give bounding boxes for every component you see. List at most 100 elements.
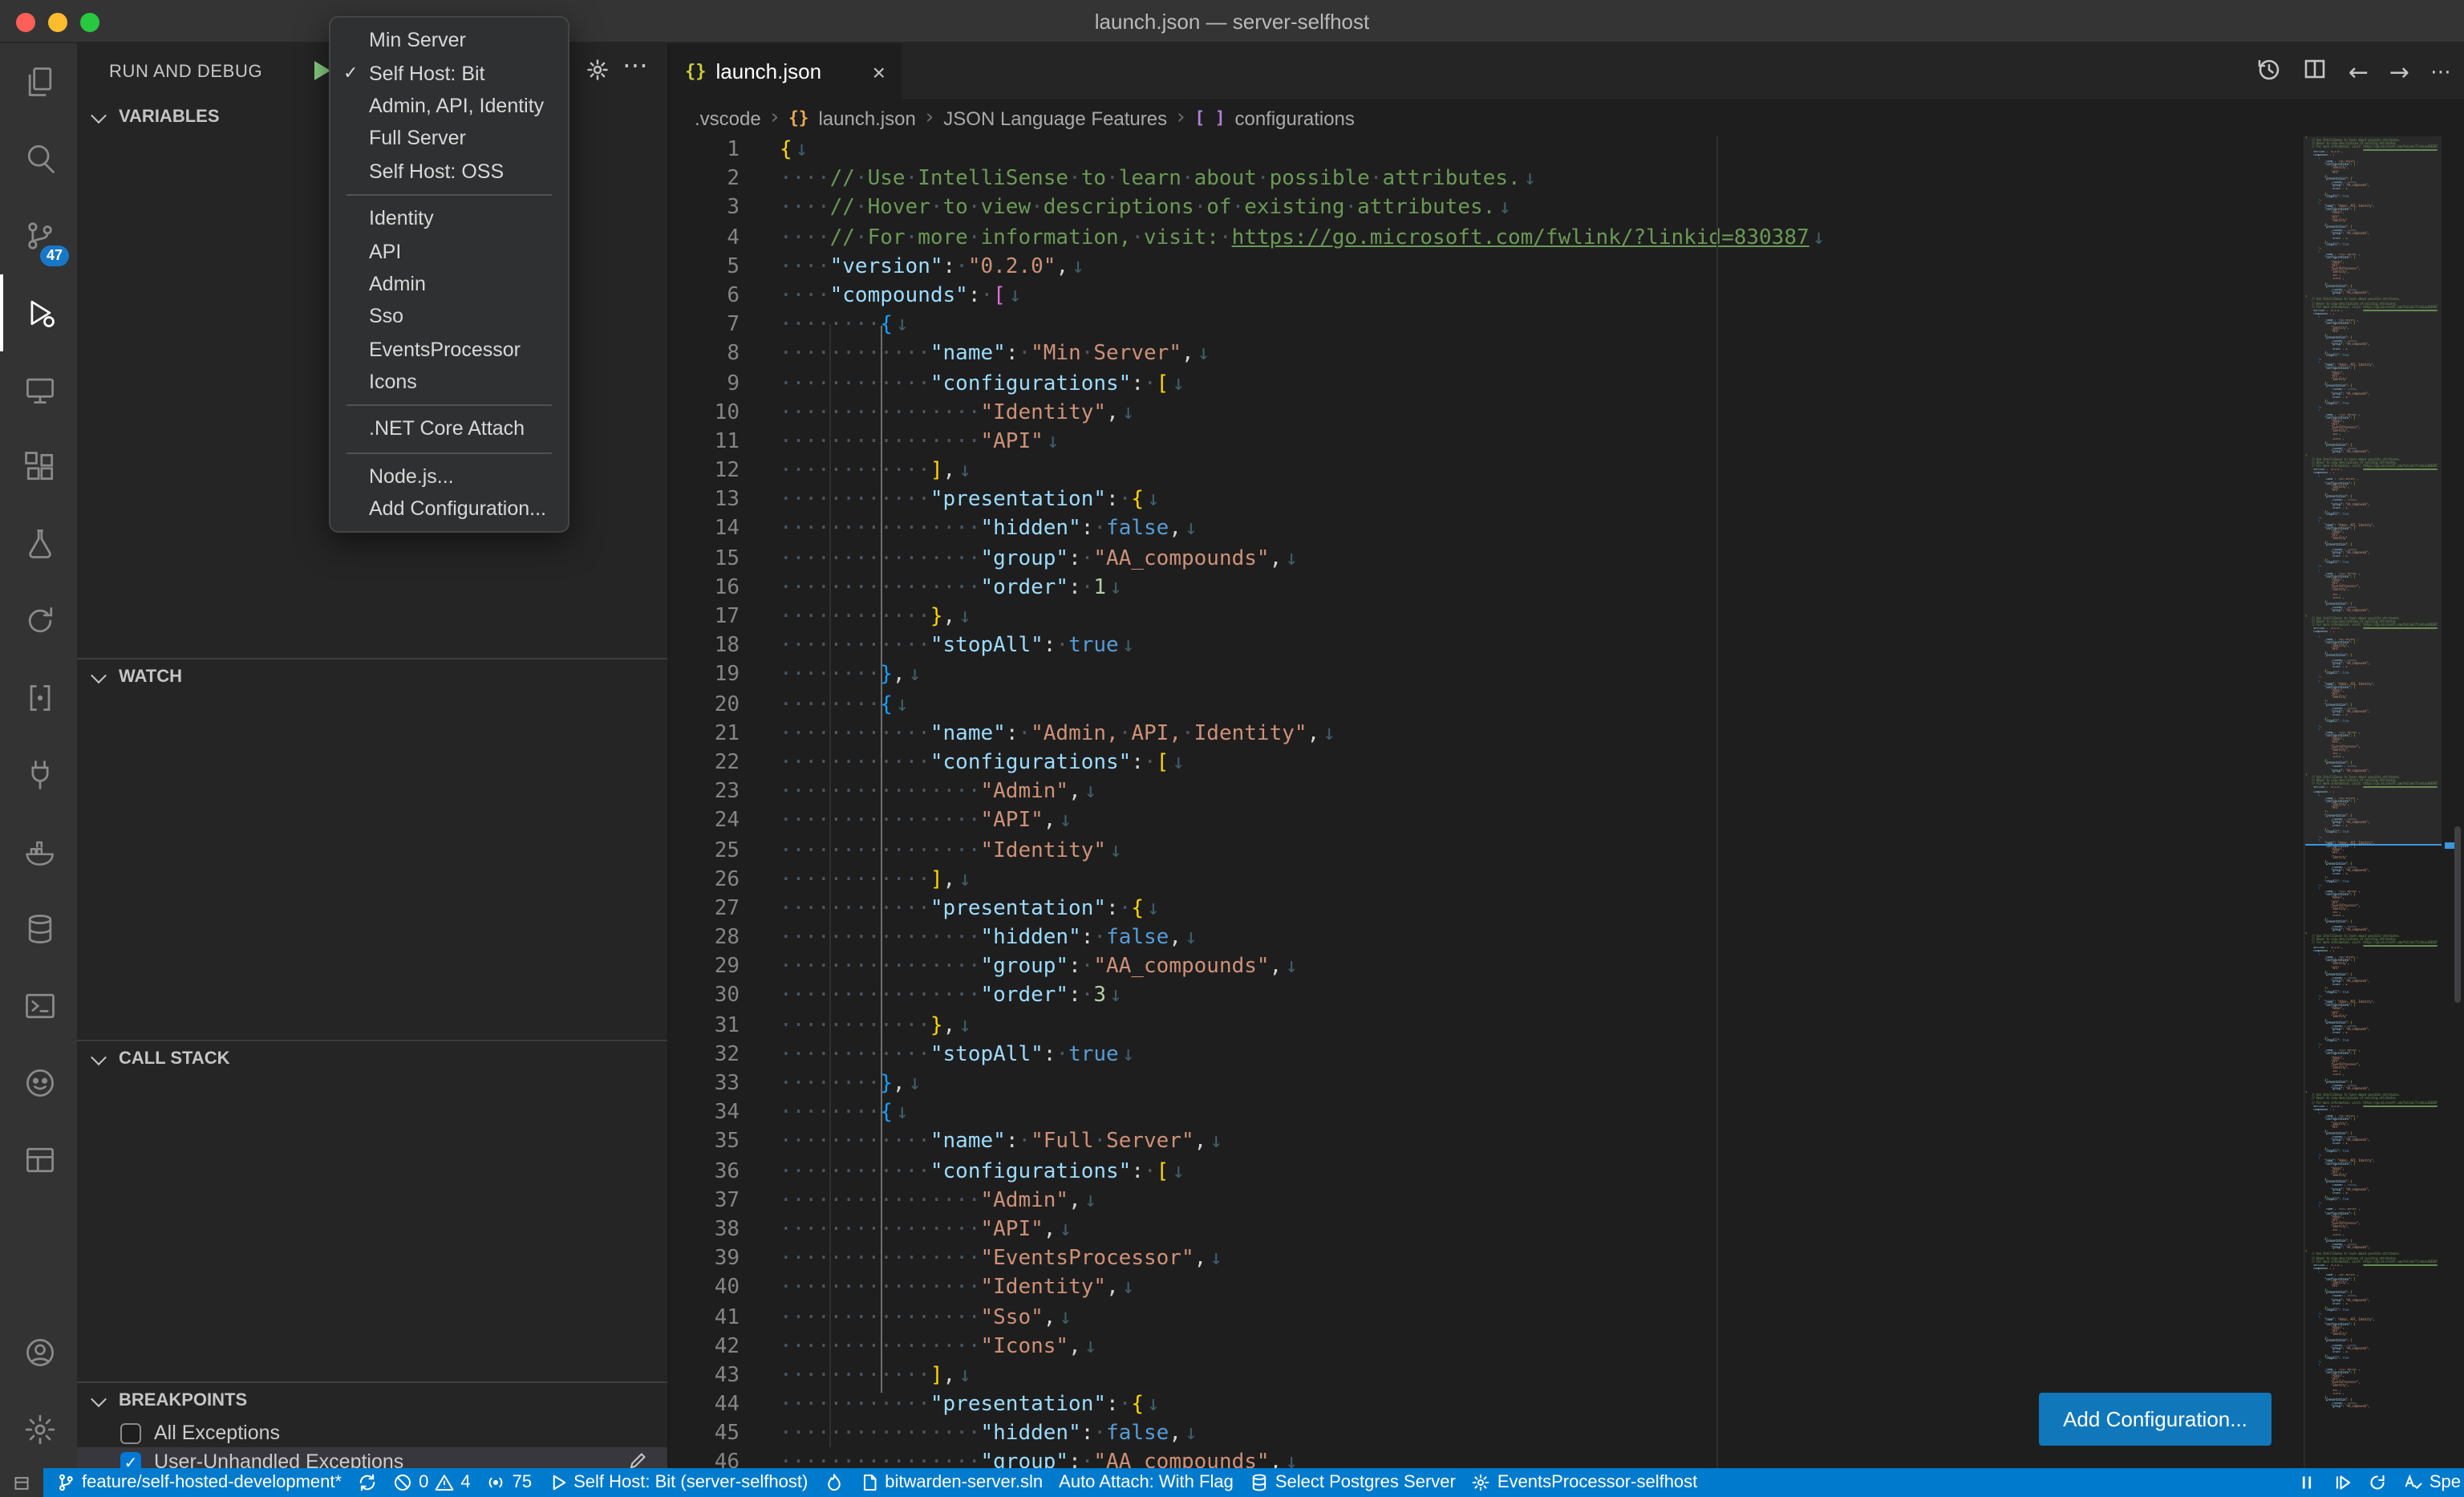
sidebar-item-explorer[interactable]	[0, 43, 77, 120]
remote-indicator[interactable]	[0, 1468, 43, 1497]
code-line[interactable]: 37················"Admin",↓	[669, 1187, 2304, 1216]
close-window-button[interactable]	[16, 13, 35, 32]
views-more-actions-button[interactable]: ⋯	[622, 50, 648, 82]
menu-item[interactable]: EventsProcessor	[330, 333, 568, 366]
breadcrumb-configurations[interactable]: configurations	[1234, 107, 1354, 129]
code-line[interactable]: 8············"name":·"Min·Server",↓	[669, 341, 2304, 370]
solution-item[interactable]: bitwarden-server.sln	[859, 1473, 1043, 1492]
code-line[interactable]: 12············],↓	[669, 457, 2304, 486]
code-line[interactable]: 7········{↓	[669, 311, 2304, 340]
code-line[interactable]: 4····//·For·more·information,·visit:·htt…	[669, 224, 2304, 253]
refresh-button[interactable]	[2369, 1473, 2388, 1492]
code-line[interactable]: 22············"configurations":·[↓	[669, 749, 2304, 778]
debug-target-item[interactable]: Self Host: Bit (server-selfhost)	[548, 1473, 808, 1492]
code-line[interactable]: 28················"hidden":·false,↓	[669, 924, 2304, 953]
code-line[interactable]: 38················"API",↓	[669, 1216, 2304, 1245]
sidebar-item-search[interactable]	[0, 120, 77, 197]
code-line[interactable]: 27············"presentation":·{↓	[669, 895, 2304, 924]
code-line[interactable]: 34········{↓	[669, 1099, 2304, 1128]
code-line[interactable]: 5····"version":·"0.2.0",↓	[669, 254, 2304, 282]
code-line[interactable]: 2····//·Use·IntelliSense·to·learn·about·…	[669, 165, 2304, 194]
code-line[interactable]: 16················"order":·1↓	[669, 574, 2304, 603]
sidebar-item-database[interactable]	[0, 890, 77, 968]
code-line[interactable]: 43············],↓	[669, 1362, 2304, 1391]
sidebar-item-remote-explorer[interactable]	[0, 351, 77, 428]
overview-ruler[interactable]	[2442, 136, 2464, 1468]
checkbox-unchecked[interactable]	[120, 1422, 141, 1443]
scrollbar-thumb[interactable]	[2454, 826, 2461, 1003]
run-task-button[interactable]	[2333, 1473, 2353, 1492]
debug-settings-button[interactable]	[586, 58, 610, 87]
code-line[interactable]: 40················"Identity",↓	[669, 1275, 2304, 1304]
code-line[interactable]: 10················"Identity",↓	[669, 399, 2304, 428]
watch-header[interactable]: WATCH	[77, 659, 667, 695]
sidebar-item-terminal[interactable]	[0, 968, 77, 1045]
pause-button[interactable]	[2298, 1473, 2317, 1492]
sidebar-item-source-control[interactable]: 47	[0, 197, 77, 274]
breadcrumb-file[interactable]: launch.json	[818, 107, 915, 129]
edit-breakpoint-button[interactable]	[627, 1450, 648, 1468]
code-line[interactable]: 32············"stopAll":·true↓	[669, 1041, 2304, 1070]
checkbox-checked[interactable]: ✓	[120, 1451, 141, 1468]
menu-item[interactable]: Identity	[330, 202, 568, 235]
spell-checker-item[interactable]: Spe	[2404, 1473, 2461, 1492]
code-line[interactable]: 39················"EventsProcessor",↓	[669, 1245, 2304, 1274]
start-debugging-button[interactable]	[314, 61, 330, 80]
sync-changes-item[interactable]	[358, 1473, 377, 1492]
code-line[interactable]: 3····//·Hover·to·view·descriptions·of·ex…	[669, 195, 2304, 224]
code-line[interactable]: 31············},↓	[669, 1012, 2304, 1041]
code-line[interactable]: 24················"API",↓	[669, 808, 2304, 837]
minimize-window-button[interactable]	[48, 13, 67, 32]
tab-launch-json[interactable]: {} launch.json ×	[669, 43, 903, 99]
zoom-window-button[interactable]	[80, 13, 99, 32]
sidebar-item-layout[interactable]	[0, 1122, 77, 1199]
code-line[interactable]: 36············"configurations":·[↓	[669, 1158, 2304, 1187]
code-line[interactable]: 6····"compounds":·[↓	[669, 282, 2304, 311]
menu-item[interactable]: Admin	[330, 267, 568, 300]
menu-item[interactable]: Add Configuration...	[330, 493, 568, 525]
ports-item[interactable]: 75	[487, 1473, 533, 1492]
accounts-button[interactable]	[0, 1314, 77, 1391]
auto-attach-item[interactable]: Auto Attach: With Flag	[1059, 1473, 1234, 1492]
sidebar-item-brackets[interactable]	[0, 659, 77, 736]
sidebar-item-run-and-debug[interactable]	[0, 274, 77, 351]
minimap-slider[interactable]	[2305, 136, 2442, 846]
code-line[interactable]: 14················"hidden":·false,↓	[669, 516, 2304, 545]
menu-item[interactable]: Admin, API, Identity	[330, 90, 568, 123]
close-tab-icon[interactable]: ×	[873, 60, 886, 83]
navigate-forward-button[interactable]: →	[2389, 57, 2409, 86]
minimap[interactable]: { // Use IntelliSense to learn about pos…	[2304, 136, 2442, 1468]
menu-item[interactable]: Sso	[330, 300, 568, 333]
code-line[interactable]: 1{↓	[669, 136, 2304, 165]
menu-item[interactable]: Full Server	[330, 122, 568, 155]
code-content[interactable]: 1{↓2····//·Use·IntelliSense·to·learn·abo…	[669, 136, 2304, 1468]
git-branch-item[interactable]: feature/self-hosted-development*	[56, 1473, 342, 1492]
code-line[interactable]: 46················"group":·"AA_compounds…	[669, 1450, 2304, 1468]
problems-item[interactable]: 0 4	[393, 1473, 471, 1492]
sidebar-item-copilot[interactable]	[0, 1045, 77, 1122]
postgres-item[interactable]: Select Postgres Server	[1250, 1473, 1456, 1492]
code-line[interactable]: 26············],↓	[669, 866, 2304, 895]
editor-more-actions-button[interactable]: ⋯	[2430, 59, 2451, 84]
split-editor-button[interactable]	[2302, 56, 2328, 87]
code-line[interactable]: 23················"Admin",↓	[669, 778, 2304, 807]
menu-item[interactable]: Icons	[330, 366, 568, 399]
code-line[interactable]: 30················"order":·3↓	[669, 983, 2304, 1012]
menu-item[interactable]: Node.js...	[330, 460, 568, 493]
sidebar-item-sync[interactable]	[0, 582, 77, 659]
events-processor-item[interactable]: EventsProcessor-selfhost	[1472, 1473, 1697, 1492]
code-line[interactable]: 17············},↓	[669, 603, 2304, 632]
add-configuration-button[interactable]: Add Configuration...	[2039, 1393, 2272, 1446]
code-line[interactable]: 35············"name":·"Full·Server",↓	[669, 1129, 2304, 1158]
code-line[interactable]: 20········{↓	[669, 691, 2304, 720]
code-line[interactable]: 19········},↓	[669, 662, 2304, 691]
menu-item[interactable]: ✓Self Host: Bit	[330, 57, 568, 90]
breakpoints-header[interactable]: BREAKPOINTS	[77, 1383, 667, 1418]
call-stack-header[interactable]: CALL STACK	[77, 1041, 667, 1077]
menu-item[interactable]: Min Server	[330, 24, 568, 57]
breakpoint-user-unhandled-exceptions[interactable]: ✓ User-Unhandled Exceptions	[77, 1447, 667, 1468]
code-line[interactable]: 15················"group":·"AA_compounds…	[669, 545, 2304, 574]
code-line[interactable]: 21············"name":·"Admin,·API,·Ident…	[669, 720, 2304, 749]
hot-reload-item[interactable]	[824, 1473, 843, 1492]
breadcrumb-language-features[interactable]: JSON Language Features	[943, 107, 1167, 129]
